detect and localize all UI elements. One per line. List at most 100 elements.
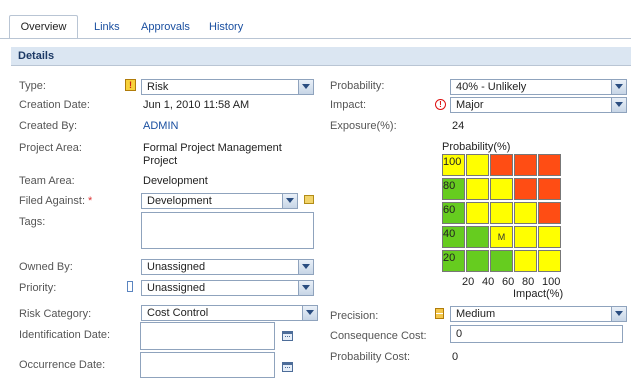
matrix-cell <box>538 250 561 272</box>
filed-against-value: Development <box>147 195 212 207</box>
matrix-cell <box>490 250 513 272</box>
priority-value: Unassigned <box>147 282 206 294</box>
type-value: Risk <box>147 81 169 93</box>
created-by-label: Created By: <box>19 120 78 132</box>
probability-select[interactable]: 40% - Unlikely <box>450 79 627 95</box>
required-marker: * <box>88 195 93 207</box>
chevron-down-icon[interactable] <box>302 306 317 320</box>
consequence-cost-field[interactable]: 0 <box>450 325 623 343</box>
matrix-y-tick: 100 <box>443 156 462 168</box>
risk-category-label: Risk Category: <box>19 308 92 320</box>
calendar-icon[interactable] <box>282 362 293 372</box>
risk-category-value: Cost Control <box>147 307 209 319</box>
priority-select[interactable]: Unassigned <box>141 280 314 296</box>
matrix-x-tick: 40 <box>482 276 495 288</box>
priority-label: Priority: <box>19 282 57 294</box>
matrix-cell <box>538 226 561 248</box>
matrix-cell <box>466 226 489 248</box>
chevron-down-icon[interactable] <box>298 260 313 274</box>
precision-select[interactable]: Medium <box>450 306 627 322</box>
created-by-link[interactable]: ADMIN <box>143 120 178 132</box>
type-select[interactable]: Risk <box>141 79 314 95</box>
type-label: Type: <box>19 80 46 92</box>
matrix-cell <box>490 178 513 200</box>
matrix-x-axis-label: Impact(%) <box>513 288 564 300</box>
browse-categories-icon[interactable] <box>304 195 314 204</box>
project-area-value-line2: Project <box>143 155 178 167</box>
probability-value: 40% - Unlikely <box>456 81 527 93</box>
identification-date-label: Identification Date: <box>19 329 111 341</box>
occurrence-date-field[interactable] <box>140 352 275 378</box>
precision-icon <box>435 308 444 319</box>
tab-approvals[interactable]: Approvals <box>141 16 190 38</box>
tab-bar: Overview Links Approvals History <box>0 0 631 39</box>
consequence-cost-label: Consequence Cost: <box>330 330 427 342</box>
project-area-value: Formal Project Management <box>143 142 282 154</box>
chevron-down-icon[interactable] <box>611 80 626 94</box>
matrix-x-tick: 100 <box>542 276 561 288</box>
matrix-y-axis-label: Probability(%) <box>442 141 511 153</box>
matrix-cell <box>490 202 513 224</box>
tab-links[interactable]: Links <box>94 16 120 38</box>
exposure-value: 24 <box>452 120 465 132</box>
chevron-down-icon[interactable] <box>611 98 626 112</box>
matrix-cell <box>514 202 537 224</box>
matrix-cell <box>466 202 489 224</box>
matrix-y-tick: 80 <box>443 180 456 192</box>
matrix-y-tick: 40 <box>443 228 456 240</box>
matrix-cell <box>514 154 537 176</box>
matrix-cell <box>514 250 537 272</box>
risk-category-select[interactable]: Cost Control <box>141 305 318 321</box>
owned-by-select[interactable]: Unassigned <box>141 259 314 275</box>
calendar-icon[interactable] <box>282 331 293 341</box>
matrix-cell <box>538 202 561 224</box>
matrix-marker: M <box>490 226 513 248</box>
probability-label: Probability: <box>330 80 385 92</box>
tab-overview[interactable]: Overview <box>9 15 78 39</box>
risk-type-icon: ! <box>125 79 136 91</box>
major-impact-icon: ! <box>435 99 446 110</box>
impact-value: Major <box>456 99 484 111</box>
tab-history[interactable]: History <box>209 16 243 38</box>
impact-label: Impact: <box>330 99 367 111</box>
matrix-cell <box>466 250 489 272</box>
probability-cost-label: Probability Cost: <box>330 351 411 363</box>
chevron-down-icon[interactable] <box>298 281 313 295</box>
project-area-label: Project Area: <box>19 142 82 154</box>
filed-against-select[interactable]: Development <box>141 193 298 209</box>
matrix-y-tick: 60 <box>443 204 456 216</box>
creation-date-label: Creation Date: <box>19 99 90 111</box>
section-header-details[interactable]: Details <box>11 47 631 66</box>
filed-against-label: Filed Against: * <box>19 195 92 207</box>
creation-date-value: Jun 1, 2010 11:58 AM <box>143 99 250 111</box>
chevron-down-icon[interactable] <box>298 80 313 94</box>
matrix-x-tick: 20 <box>462 276 475 288</box>
chevron-down-icon[interactable] <box>611 307 626 321</box>
precision-value: Medium <box>456 308 496 320</box>
tab-divider <box>0 38 631 39</box>
matrix-x-tick: 60 <box>502 276 515 288</box>
matrix-cell <box>490 154 513 176</box>
impact-select[interactable]: Major <box>450 97 627 113</box>
tags-field[interactable] <box>141 212 314 249</box>
matrix-x-tick: 80 <box>522 276 535 288</box>
team-area-value: Development <box>143 175 208 187</box>
precision-label: Precision: <box>330 310 379 322</box>
matrix-cell <box>466 178 489 200</box>
team-area-label: Team Area: <box>19 175 75 187</box>
matrix-cell <box>514 178 537 200</box>
matrix-y-tick: 20 <box>443 252 456 264</box>
chevron-down-icon[interactable] <box>282 194 297 208</box>
owned-by-value: Unassigned <box>147 261 206 273</box>
matrix-cell <box>538 178 561 200</box>
occurrence-date-label: Occurrence Date: <box>19 359 106 371</box>
priority-icon <box>127 281 133 292</box>
exposure-label: Exposure(%): <box>330 120 397 132</box>
probability-cost-value: 0 <box>452 351 459 363</box>
identification-date-field[interactable] <box>140 322 275 350</box>
owned-by-label: Owned By: <box>19 261 73 273</box>
matrix-cell <box>538 154 561 176</box>
tags-label: Tags: <box>19 216 46 228</box>
filed-against-label-text: Filed Against: <box>19 195 86 207</box>
matrix-cell <box>466 154 489 176</box>
